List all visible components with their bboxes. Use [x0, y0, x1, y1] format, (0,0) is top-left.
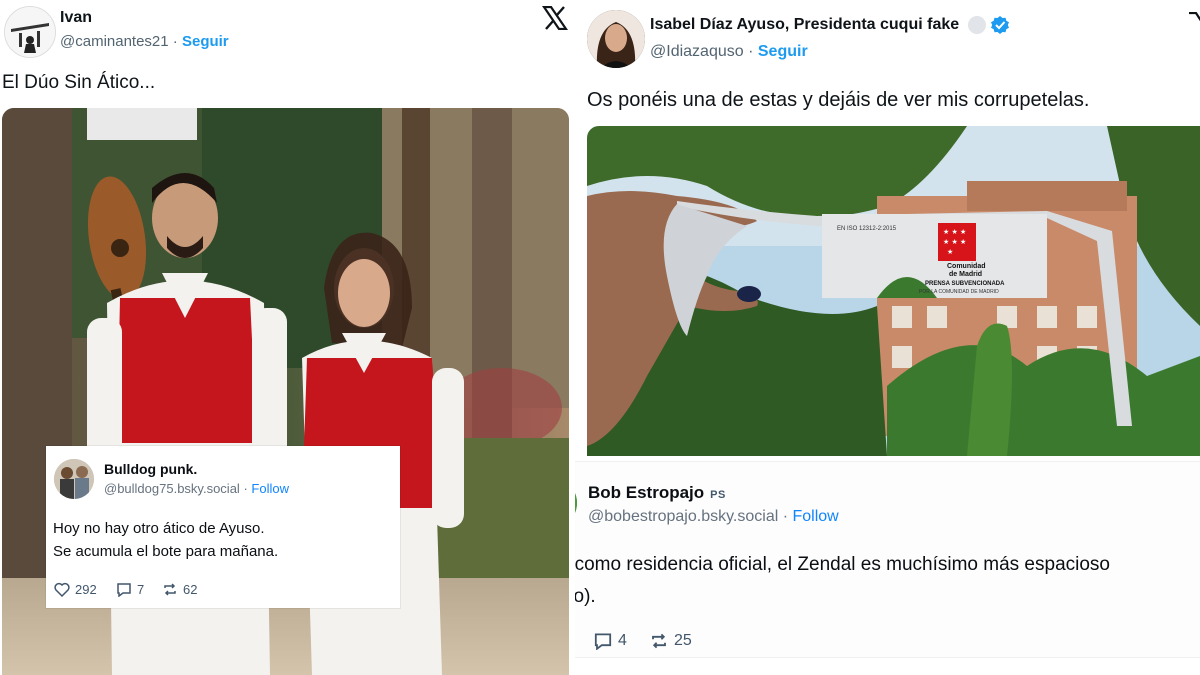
handle-separator: · [172, 33, 178, 50]
eclipse-glasses-photo[interactable]: ★ ★ ★ ★ ★ ★ ★ EN ISO 12312-2:2015 Comuni… [587, 126, 1200, 456]
repost-count: 62 [183, 582, 198, 597]
reply-stat[interactable]: 7 [116, 582, 144, 597]
grey-circle-badge-icon [967, 16, 986, 34]
repost-count: 25 [674, 632, 692, 649]
handle-separator: · [748, 43, 754, 60]
seguir-button-right[interactable]: Seguir [758, 43, 808, 60]
seguir-button-left[interactable]: Seguir [182, 33, 229, 50]
bob-avatar[interactable] [575, 478, 577, 528]
ivan-name[interactable]: Ivan [60, 9, 92, 27]
bluesky-reply-card-right[interactable]: Bob Estropajo PS @bobestropajo.bsky.socia… [575, 462, 1200, 657]
comment-icon [117, 583, 131, 597]
comment-icon [594, 633, 612, 650]
bulldog-name[interactable]: Bulldog punk. [104, 461, 197, 477]
like-count: 292 [75, 582, 97, 597]
reply-count: 7 [137, 582, 145, 597]
bob-handle[interactable]: @bobestropajo.bsky.social [588, 508, 778, 525]
like-stat[interactable]: 292 [54, 582, 97, 597]
x-logo-icon[interactable] [541, 5, 569, 31]
glasses-print-line-1: Comunidad [947, 263, 986, 270]
glasses-print-line-4: POR LA COMUNIDAD DE MADRID [919, 289, 999, 295]
ayuso-name[interactable]: Isabel Díaz Ayuso, Presidenta cuqui fake [650, 16, 959, 33]
bob-handle-row: @bobestropajo.bsky.social · Follow [588, 508, 839, 526]
ayuso-handle-row: @Idiazaquso · Seguir [650, 43, 808, 61]
ivan-tweet-text: El Dúo Sin Ático... [2, 72, 156, 93]
repost-stat[interactable]: 25 [649, 632, 692, 650]
bulldog-text-line-1: Hoy no hay otro ático de Ayuso. [53, 520, 265, 537]
bob-name[interactable]: Bob Estropajo [588, 483, 704, 502]
ayuso-avatar[interactable] [587, 10, 645, 68]
ayuso-handle[interactable]: @Idiazaquso [650, 43, 744, 60]
bob-name-row: Bob Estropajo PS [588, 483, 726, 503]
reply-count: 4 [618, 632, 627, 649]
x-logo-icon-partial[interactable] [1187, 11, 1200, 36]
glasses-print-line-3: PRENSA SUBVENCIONADA [925, 281, 1005, 287]
repost-icon [652, 633, 666, 649]
svg-text:★: ★ [947, 248, 953, 256]
bob-text-line-2: (y caro). [575, 586, 596, 607]
ayuso-name-row: Isabel Díaz Ayuso, Presidenta cuqui fake [650, 15, 1010, 35]
left-tweet-panel: Ivan @caminantes21 · Seguir El Dúo Sin Á… [0, 0, 575, 675]
ivan-handle-row: @caminantes21 · Seguir [60, 33, 229, 50]
ivan-handle[interactable]: @caminantes21 [60, 33, 169, 50]
handle-separator: · [243, 481, 248, 496]
bluesky-reply-card-left[interactable]: Bulldog punk. @bulldog75.bsky.social · F… [46, 446, 400, 608]
bulldog-text-line-2: Se acumula el bote para mañana. [53, 543, 279, 560]
follow-button-right-card[interactable]: Follow [793, 508, 839, 525]
glasses-top-code: EN ISO 12312-2:2015 [837, 226, 897, 232]
handle-separator: · [782, 508, 789, 525]
ps-tag-badge: PS [710, 489, 726, 501]
repost-stat[interactable]: 62 [162, 582, 197, 597]
ayuso-tweet-text: Os ponéis una de estas y dejáis de ver m… [587, 89, 1090, 111]
bob-text-line-1: Pues como residencia oficial, el Zendal … [575, 554, 1110, 575]
bulldog-handle-row: @bulldog75.bsky.social · Follow [104, 481, 289, 496]
follow-button-left-card[interactable]: Follow [251, 481, 289, 496]
verified-badge-icon [991, 16, 1010, 34]
svg-text:★ ★ ★: ★ ★ ★ [943, 238, 966, 246]
repost-icon [164, 583, 176, 596]
glasses-print-line-2: de Madrid [949, 271, 983, 278]
bulldog-handle[interactable]: @bulldog75.bsky.social [104, 481, 240, 496]
svg-text:★ ★ ★: ★ ★ ★ [943, 228, 966, 236]
reply-stat[interactable]: 4 [593, 632, 627, 650]
right-tweet-panel: Isabel Díaz Ayuso, Presidenta cuqui fake… [575, 0, 1200, 675]
heart-icon [54, 582, 70, 597]
ivan-avatar[interactable] [4, 6, 56, 58]
bulldog-avatar[interactable] [54, 459, 94, 499]
